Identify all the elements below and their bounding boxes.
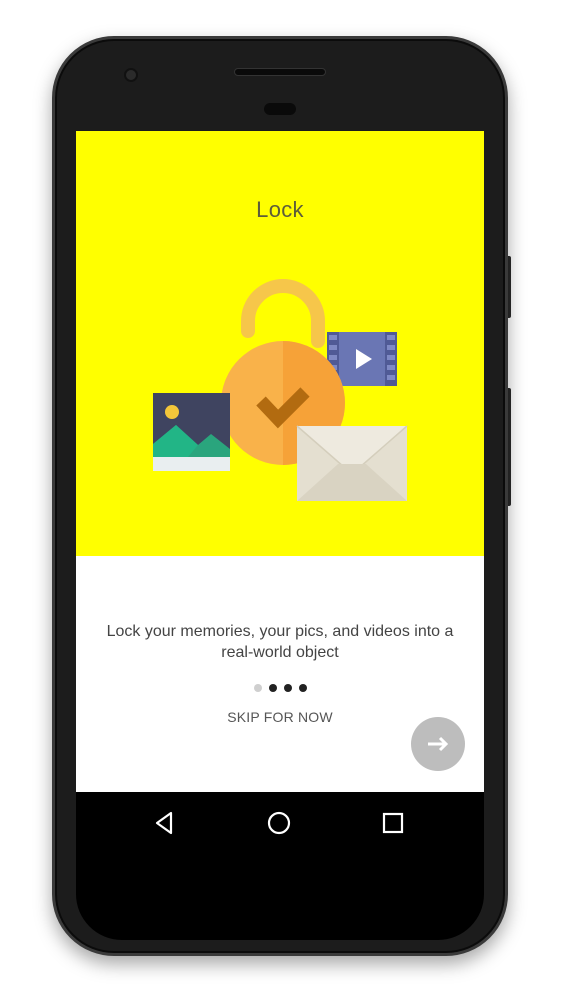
- next-button[interactable]: [411, 717, 465, 771]
- system-nav-bar: [76, 792, 484, 854]
- page-indicator: [76, 684, 484, 692]
- device-frame: Lock Lock your memories, your pics, and …: [0, 0, 562, 1000]
- page-dot[interactable]: [268, 684, 277, 692]
- home-circle-icon[interactable]: [266, 810, 292, 836]
- arrow-right-icon: [428, 736, 449, 752]
- onboarding-hero: Lock: [76, 131, 484, 556]
- back-triangle-icon[interactable]: [152, 810, 178, 836]
- phone-chin: [76, 854, 484, 940]
- proximity-sensor: [264, 103, 296, 115]
- earpiece-speaker: [234, 68, 326, 76]
- recent-apps-square-icon[interactable]: [380, 810, 406, 836]
- page-dot[interactable]: [253, 684, 262, 692]
- page-dot[interactable]: [298, 684, 307, 692]
- page-dot[interactable]: [283, 684, 292, 692]
- front-camera: [124, 68, 138, 82]
- envelope-icon: [296, 425, 408, 501]
- padlock-shackle: [241, 279, 325, 348]
- app-screen: Lock Lock your memories, your pics, and …: [76, 131, 484, 792]
- onboarding-description: Lock your memories, your pics, and video…: [106, 623, 454, 661]
- lock-illustration: [153, 279, 408, 501]
- picture-icon: [153, 393, 230, 471]
